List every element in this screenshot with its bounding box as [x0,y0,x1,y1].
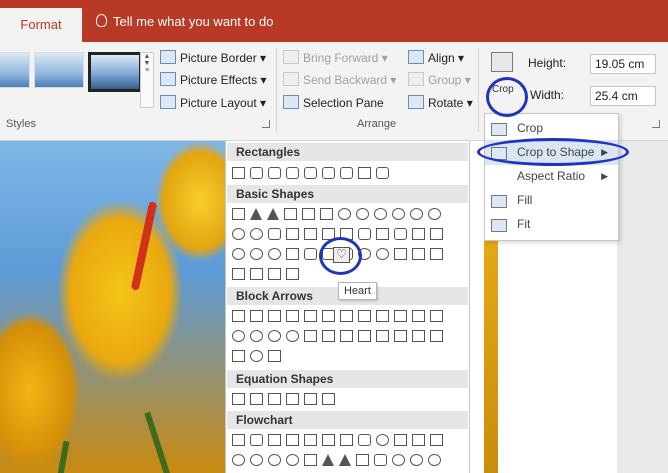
tell-me-search[interactable]: Tell me what you want to do [96,14,273,29]
picture-effects-label: Picture Effects [180,73,258,87]
send-backward-button[interactable]: Send Backward ▾ [283,72,396,87]
align-button[interactable]: Align ▾ [408,50,464,65]
block-arrows-row[interactable] [232,330,443,342]
rectangles-row[interactable] [232,167,389,179]
width-label: Width: [530,88,565,102]
menu-fill-label: Fill [517,193,533,207]
bring-forward-label: Bring Forward [303,51,379,65]
shapes-gallery: Rectangles Basic Shapes Block Arrows Equ… [225,141,470,473]
send-backward-label: Send Backward [303,73,388,87]
crop-icon [491,123,507,136]
border-icon [160,50,176,64]
slide-background [617,141,668,473]
fill-icon [491,195,507,208]
lightbulb-icon [96,14,107,27]
group-button[interactable]: Group ▾ [408,72,471,87]
selection-pane-icon [283,95,299,109]
styles-launcher-icon[interactable] [262,120,270,128]
tulip-red-streak [130,201,158,291]
annotation-circle-heart [319,237,362,275]
picture-style-thumb-selected[interactable] [88,52,142,92]
menu-aspect-ratio-label: Aspect Ratio [517,169,586,183]
tulip-photo[interactable] [0,141,225,473]
picture-style-thumb[interactable] [0,52,30,88]
picture-layout-label: Picture Layout [180,96,257,110]
rotate-button[interactable]: Rotate ▾ [408,95,473,110]
group-icon [408,72,424,86]
basic-shapes-header: Basic Shapes [227,185,468,203]
layout-icon [160,95,176,109]
submenu-arrow-icon: ▶ [601,171,608,181]
tulip-stem [144,411,172,473]
heart-tooltip: Heart [338,282,377,300]
picture-border-label: Picture Border [180,51,257,65]
align-label: Align [428,51,455,65]
basic-shapes-row[interactable] [232,208,441,220]
send-backward-icon [283,72,299,86]
tab-format[interactable]: Format [0,8,82,42]
gallery-scroll[interactable]: ▲ ▼ ≡ [140,52,154,108]
rotate-label: Rotate [428,96,464,110]
selection-pane-button[interactable]: Selection Pane [283,95,384,110]
menu-item-fit[interactable]: Fit [485,212,618,237]
align-icon [408,50,424,64]
flowchart-row[interactable] [232,434,443,446]
height-label: Height: [528,56,567,70]
tell-me-label: Tell me what you want to do [113,14,274,29]
crop-dropdown-menu: Crop Crop to Shape ▶ Aspect Ratio ▶ Fill F… [484,113,619,241]
crop-icon [491,52,513,72]
size-launcher-icon[interactable] [652,120,660,128]
tulip-stem [56,440,70,473]
rectangles-header: Rectangles [227,143,468,161]
flowchart-header: Flowchart [227,411,468,429]
bring-forward-icon [283,50,299,64]
selection-pane-label: Selection Pane [303,96,384,110]
width-field[interactable]: 25.4 cm [590,86,656,106]
equation-shapes-header: Equation Shapes [227,370,468,388]
picture-effects-button[interactable]: Picture Effects ▾ [160,72,267,87]
styles-group-label: Styles [6,118,36,130]
group-separator [478,48,479,132]
annotation-circle-crop-to-shape [477,138,629,166]
equation-shapes-row[interactable] [232,393,335,405]
group-label: Group [428,73,462,87]
picture-style-thumb[interactable] [34,52,84,88]
annotation-circle-crop-button [486,77,528,117]
menu-fit-label: Fit [517,217,531,231]
height-field[interactable]: 19.05 cm [590,54,656,74]
arrange-group-label: Arrange [357,118,397,130]
group-separator [276,48,277,132]
effects-icon [160,72,176,86]
block-arrows-row[interactable] [232,350,281,362]
menu-item-fill[interactable]: Fill [485,188,618,213]
fit-icon [491,219,507,232]
picture-border-button[interactable]: Picture Border ▾ [160,50,266,65]
basic-shapes-row[interactable] [232,268,299,280]
rotate-icon [408,95,424,109]
block-arrows-row[interactable] [232,310,443,322]
flowchart-row[interactable] [232,454,441,466]
bring-forward-button[interactable]: Bring Forward ▾ [283,50,388,65]
picture-layout-button[interactable]: Picture Layout ▾ [160,95,266,110]
menu-item-aspect-ratio[interactable]: Aspect Ratio ▶ [485,164,618,189]
photo-edge [484,236,498,473]
